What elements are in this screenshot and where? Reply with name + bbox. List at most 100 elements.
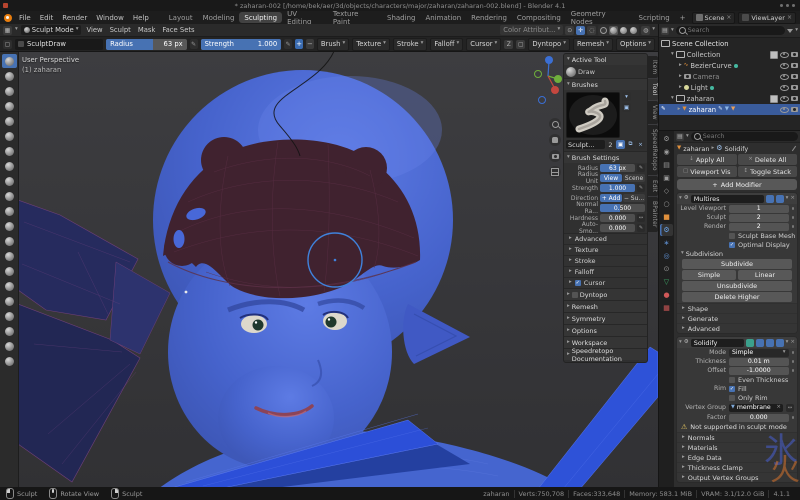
tool-grab-icon[interactable] [2, 279, 17, 293]
outliner-row-scene-collection[interactable]: Scene Collection [659, 38, 800, 49]
blender-logo-icon[interactable] [4, 14, 12, 22]
properties-tab-texture[interactable]: ▦ [660, 302, 673, 314]
autosmooth-pressure-icon[interactable]: ✎ [637, 224, 645, 232]
expand-icon[interactable]: ▸ [679, 74, 682, 80]
tool-scrape-icon[interactable] [2, 234, 17, 248]
tool-smooth-icon[interactable] [2, 189, 17, 203]
render-camera-icon[interactable] [791, 96, 798, 101]
zoom-icon[interactable] [549, 118, 561, 130]
sidebar-tab-tool[interactable]: Tool [648, 79, 658, 99]
dyntopo-popover[interactable]: Dyntopo▾ [528, 38, 570, 51]
editor-type-icon[interactable]: ▦ [3, 26, 12, 35]
radius-pressure-icon[interactable]: ✎ [637, 164, 645, 172]
hide-eye-icon[interactable] [780, 107, 789, 113]
autosmooth-field[interactable]: 0.000 [600, 224, 635, 232]
properties-tab-render[interactable]: ◉ [660, 146, 673, 158]
remesh-popover[interactable]: Remesh▾ [573, 38, 613, 51]
strength-slider[interactable]: Strength1.000 [201, 39, 282, 50]
tab-rendering[interactable]: Rendering [466, 12, 512, 23]
menu-render[interactable]: Render [58, 14, 91, 22]
section-advanced[interactable]: ▸Advanced [564, 233, 647, 244]
scene-selector[interactable]: Scene × [692, 12, 736, 24]
hardness-invert-icon[interactable]: ↔ [637, 214, 645, 222]
sculpt-levels-field[interactable]: 2 [729, 214, 789, 222]
section-edge-data[interactable]: ▸Edge Data [677, 452, 797, 462]
shading-material-icon[interactable] [619, 26, 628, 35]
render-camera-icon[interactable] [791, 63, 798, 68]
render-display-toggle[interactable] [776, 195, 784, 203]
collapse-icon[interactable]: ▾ [679, 340, 682, 346]
menu-view[interactable]: View [84, 26, 104, 34]
brush-asset-icon[interactable]: ▣ [622, 103, 631, 112]
outliner-row-collection[interactable]: ▾ Collection [659, 49, 800, 60]
even-thickness-checkbox[interactable] [729, 377, 735, 383]
add-workspace-button[interactable]: + [675, 12, 691, 23]
subdivide-button[interactable]: Subdivide [682, 259, 792, 269]
falloff-popover[interactable]: Falloff▾ [430, 38, 463, 51]
delete-higher-button[interactable]: Delete Higher [682, 292, 792, 302]
brush-add-icon[interactable]: + [295, 39, 303, 49]
stroke-popover[interactable]: Stroke▾ [393, 38, 427, 51]
render-camera-icon[interactable] [791, 52, 798, 57]
dyntopo-checkbox[interactable] [572, 292, 578, 298]
hide-eye-icon[interactable] [780, 85, 789, 91]
tab-shading[interactable]: Shading [382, 12, 420, 23]
filter-funnel-icon[interactable] [787, 29, 793, 33]
outliner-row-zaharan-object[interactable]: ✎ ▸ ▼ zaharan ✎ ▼ ▼ [659, 104, 800, 115]
breadcrumb-modifier[interactable]: Solidify [725, 145, 749, 153]
overlays-caret-icon[interactable]: ▾ [652, 27, 655, 33]
section-symmetry[interactable]: ▸Symmetry [564, 312, 647, 324]
perspective-toggle-icon[interactable] [549, 166, 561, 178]
edit-mode-toggle[interactable] [746, 339, 754, 347]
section-stroke[interactable]: ▸Stroke [564, 255, 647, 266]
properties-tab-tool[interactable]: ⚙ [660, 133, 673, 145]
tab-layout[interactable]: Layout [164, 12, 198, 23]
properties-tab-output[interactable]: ▤ [660, 159, 673, 171]
camera-view-icon[interactable] [549, 150, 561, 162]
tab-scripting[interactable]: Scripting [634, 12, 675, 23]
color-attribute-selector[interactable]: Color Attribut... ▾ [500, 25, 563, 35]
hide-eye-icon[interactable] [780, 74, 789, 80]
expand-icon[interactable]: ▸ [679, 85, 682, 91]
outliner-row-zaharan-collection[interactable]: ▾ zaharan [659, 93, 800, 104]
section-advanced[interactable]: ▸Advanced [677, 323, 797, 333]
rim-fill-checkbox[interactable]: ✓ [729, 386, 735, 392]
extras-menu-icon[interactable]: ▾ [786, 340, 789, 346]
render-camera-icon[interactable] [791, 85, 798, 90]
render-camera-icon[interactable] [791, 107, 798, 112]
section-remesh[interactable]: ▸Remesh [564, 300, 647, 312]
hardness-field[interactable]: 0.000 [600, 214, 635, 222]
shading-solid-icon[interactable] [609, 26, 618, 35]
view-layer-selector[interactable]: ViewLayer × [738, 12, 796, 24]
tab-modeling[interactable]: Modeling [198, 12, 240, 23]
section-thickness-clamp[interactable]: ▸Thickness Clamp [677, 462, 797, 472]
hide-eye-icon[interactable] [780, 63, 789, 69]
display-mode-caret-icon[interactable]: ▾ [671, 28, 674, 34]
invert-vertex-group-icon[interactable]: ↔ [786, 404, 794, 412]
radius-slider[interactable]: Radius63 px [106, 39, 187, 50]
options-popover[interactable]: Options▾ [616, 38, 655, 51]
sidebar-tab-edit[interactable]: Edit [648, 176, 658, 196]
snap-toggle-icon[interactable]: ✛ [576, 26, 585, 35]
properties-tab-object-data[interactable]: ▽ [660, 276, 673, 288]
apply-all-button[interactable]: ↓Apply All [677, 154, 737, 165]
section-speedretopo-docs[interactable]: ▸Speedretopo Documentation [564, 348, 647, 360]
active-brush-selector[interactable]: SculptDraw [15, 39, 103, 50]
tool-nudge-icon[interactable] [2, 354, 17, 368]
strength-pressure-icon[interactable]: ✎ [637, 184, 645, 192]
properties-tab-view-layer[interactable]: ▣ [660, 172, 673, 184]
properties-tab-physics[interactable]: ◎ [660, 250, 673, 262]
properties-tab-constraints[interactable]: ⊙ [660, 263, 673, 275]
sidebar-tab-view[interactable]: View [648, 101, 658, 124]
thickness-field[interactable]: 0.01 m [729, 358, 789, 366]
sidebar-tab-speedretopo[interactable]: SpeedRetopo [648, 125, 658, 175]
expand-icon[interactable]: ▾ [671, 96, 674, 102]
tool-icon[interactable]: ▢ [3, 40, 12, 49]
tool-layer-icon[interactable] [2, 129, 17, 143]
tab-compositing[interactable]: Compositing [512, 12, 566, 23]
subdivision-subheader[interactable]: ▾ Subdivision [677, 249, 797, 258]
fake-user-shield-icon[interactable]: ▣ [616, 140, 625, 149]
properties-tab-material[interactable]: ● [660, 289, 673, 301]
section-falloff[interactable]: ▸Falloff [564, 266, 647, 277]
remove-modifier-icon[interactable]: × [790, 340, 795, 346]
